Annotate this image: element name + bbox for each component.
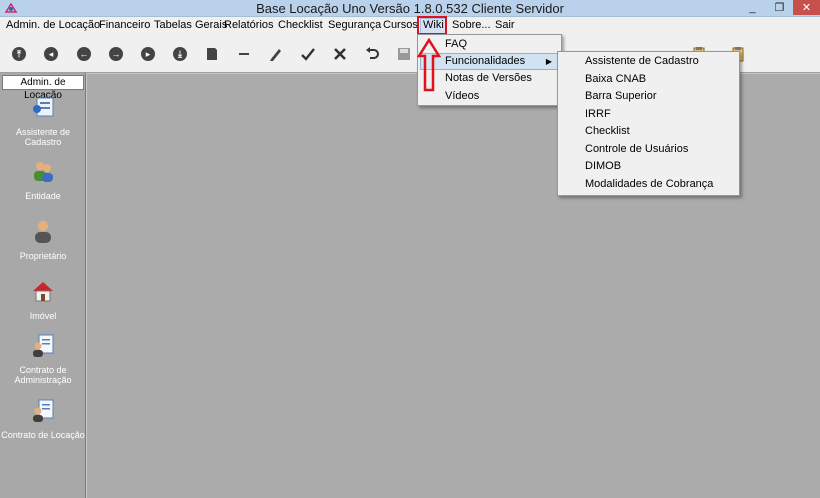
side-panel-header[interactable]: Admin. de Locação: [2, 75, 84, 101]
menu-financeiro[interactable]: Financeiro: [99, 19, 150, 31]
side-item-imovel[interactable]: Imóvel: [0, 279, 86, 321]
side-item-label: Entidade: [25, 191, 61, 201]
menu-item-label: Funcionalidades: [445, 55, 526, 67]
side-item-contrato-locacao[interactable]: Contrato de Locação: [0, 398, 86, 440]
side-item-entidade[interactable]: Entidade: [0, 159, 86, 201]
highlight-box: [417, 16, 447, 35]
menu-sobre[interactable]: Sobre...: [452, 19, 491, 31]
submenu-item-dimob[interactable]: DIMOB: [560, 158, 737, 175]
side-item-contrato-administracao[interactable]: Contrato de Administração: [0, 333, 86, 385]
skip-forward-icon[interactable]: ▸: [139, 45, 157, 63]
side-item-label: Proprietário: [19, 251, 67, 261]
confirm-icon[interactable]: [299, 45, 317, 63]
people-icon: [34, 162, 53, 182]
first-record-icon[interactable]: ⤒: [10, 45, 28, 63]
form-icon: [33, 97, 54, 117]
person-icon: [35, 221, 51, 243]
title-bar: Base Locação Uno Versão 1.8.0.532 Client…: [0, 0, 820, 17]
side-item-label: Imóvel: [29, 311, 57, 321]
save-icon[interactable]: [395, 45, 413, 63]
submenu-item-barra-superior[interactable]: Barra Superior: [560, 88, 737, 105]
submenu-item-baixa-cnab[interactable]: Baixa CNAB: [560, 71, 737, 88]
menu-seguranca[interactable]: Segurança: [328, 19, 381, 31]
side-item-label: Contrato de Administração: [14, 365, 72, 385]
submenu-arrow-icon: ▶: [545, 57, 552, 66]
window-title: Base Locação Uno Versão 1.8.0.532 Client…: [256, 1, 564, 16]
skip-back-icon[interactable]: ◂: [42, 45, 60, 63]
restore-button[interactable]: ❐: [766, 0, 793, 15]
side-item-assistente-cadastro[interactable]: Assistente de Cadastro: [0, 95, 86, 147]
next-icon[interactable]: →: [107, 45, 125, 63]
menu-relatorios[interactable]: Relatórios: [224, 19, 274, 31]
previous-icon[interactable]: ←: [75, 45, 93, 63]
new-record-icon[interactable]: [203, 45, 221, 63]
menu-checklist[interactable]: Checklist: [278, 19, 323, 31]
funcionalidades-submenu: Assistente de Cadastro Baixa CNAB Barra …: [557, 51, 740, 196]
cancel-icon[interactable]: [331, 45, 349, 63]
submenu-item-checklist[interactable]: Checklist: [560, 123, 737, 140]
submenu-item-irrf[interactable]: IRRF: [560, 106, 737, 123]
menu-tabelas-gerais[interactable]: Tabelas Gerais: [154, 19, 227, 31]
close-button[interactable]: ✕: [793, 0, 820, 15]
side-panel: Admin. de Locação Assistente de Cadastro…: [0, 73, 86, 498]
last-record-icon[interactable]: ⤓: [171, 45, 189, 63]
submenu-item-controle-usuarios[interactable]: Controle de Usuários: [560, 141, 737, 158]
menu-cursos[interactable]: Cursos: [383, 19, 418, 31]
edit-icon[interactable]: [267, 45, 285, 63]
minimize-button[interactable]: _: [739, 0, 766, 15]
side-item-proprietario[interactable]: Proprietário: [0, 219, 86, 261]
contract-icon: [33, 399, 54, 422]
contract-icon: [33, 334, 54, 357]
menu-admin-locacao[interactable]: Admin. de Locação: [6, 19, 100, 31]
submenu-item-assistente-cadastro[interactable]: Assistente de Cadastro: [560, 53, 737, 70]
delete-record-icon[interactable]: [235, 45, 253, 63]
undo-icon[interactable]: [363, 45, 381, 63]
annotation-arrow-icon: [417, 38, 441, 92]
menu-bar: Admin. de Locação Financeiro Tabelas Ger…: [0, 17, 820, 36]
menu-sair[interactable]: Sair: [495, 19, 515, 31]
submenu-item-modalidades-cobranca[interactable]: Modalidades de Cobrança: [560, 176, 737, 193]
side-item-label: Assistente de Cadastro: [15, 127, 71, 147]
house-icon: [33, 282, 53, 302]
side-item-label: Contrato de Locação: [1, 430, 85, 440]
